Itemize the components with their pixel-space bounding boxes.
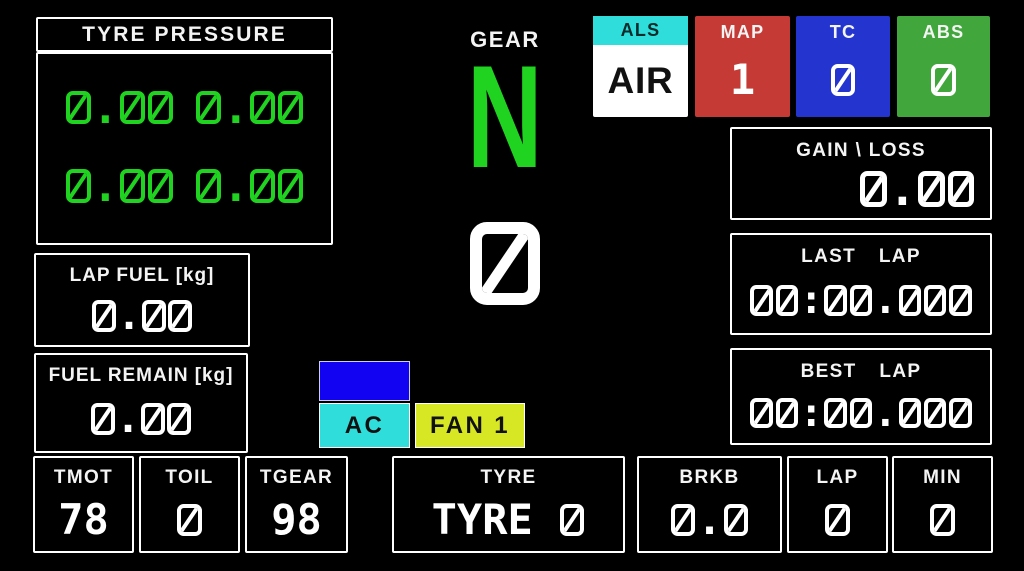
map-label: MAP [721, 22, 765, 43]
lap-count-panel: LAP [787, 456, 888, 553]
gear-secondary-indicator [425, 212, 585, 318]
tyre-pressure-rear-right: . [195, 166, 305, 209]
minutes-value [929, 489, 956, 551]
last-lap-value: :. [749, 268, 973, 333]
toil-panel: TOIL [139, 456, 240, 553]
abs-toggle[interactable]: ABS [897, 16, 990, 117]
fuel-remain-value: . [90, 387, 192, 451]
toil-value [176, 489, 203, 551]
best-lap-value: :. [749, 383, 973, 443]
gear-indicator: N [425, 44, 585, 190]
als-toggle[interactable]: ALS AIR [593, 16, 688, 117]
racing-dashboard: TYRE PRESSURE . . . . GEAR N ALS AIR MAP… [0, 0, 1024, 571]
abs-label: ABS [923, 22, 965, 43]
last-lap-panel: LAST LAP :. [730, 233, 992, 335]
tyre-compound-value: TYRE [432, 489, 586, 551]
best-lap-label: BEST LAP [801, 361, 922, 383]
als-value: AIR [608, 45, 674, 117]
gain-loss-label: GAIN \ LOSS [732, 140, 990, 162]
als-label: ALS [621, 20, 661, 41]
tmot-panel: TMOT 78 [33, 456, 134, 553]
lap-count-label: LAP [817, 467, 859, 489]
lap-fuel-label: LAP FUEL [kg] [70, 265, 215, 287]
brake-bias-value: . [670, 489, 750, 551]
tc-value [829, 43, 856, 117]
tc-label: TC [830, 22, 857, 43]
last-lap-label: LAST LAP [801, 246, 921, 268]
brake-bias-label: BRKB [679, 467, 739, 489]
tyre-compound-label: TYRE [481, 467, 537, 489]
als-header: ALS [593, 16, 688, 45]
tyre-pressure-front-right: . [195, 88, 305, 131]
lap-fuel-panel: LAP FUEL [kg] . [34, 253, 250, 347]
minutes-label: MIN [923, 467, 962, 489]
fuel-remain-panel: FUEL REMAIN [kg] . [34, 353, 248, 453]
toil-label: TOIL [165, 467, 213, 489]
fuel-remain-label: FUEL REMAIN [kg] [49, 365, 234, 387]
abs-value [930, 43, 957, 117]
lap-count-value [824, 489, 851, 551]
fan-toggle[interactable]: FAN 1 [415, 403, 525, 448]
tc-toggle[interactable]: TC [796, 16, 890, 117]
tyre-pressure-title: TYRE PRESSURE [82, 23, 287, 47]
tgear-panel: TGEAR 98 [245, 456, 348, 553]
tgear-label: TGEAR [260, 467, 333, 489]
tmot-value: 78 [58, 489, 109, 551]
tmot-label: TMOT [54, 467, 113, 489]
tyre-pressure-front-left: . [64, 88, 174, 131]
best-lap-panel: BEST LAP :. [730, 348, 992, 445]
lap-fuel-value: . [91, 287, 193, 345]
minutes-panel: MIN [892, 456, 993, 553]
gain-loss-panel: GAIN \ LOSS . [730, 127, 992, 220]
ac-toggle[interactable]: AC [319, 403, 410, 448]
tgear-value: 98 [271, 489, 322, 551]
brake-bias-panel: BRKB . [637, 456, 782, 553]
tyre-pressure-rear-left: . [64, 166, 174, 209]
tyre-pressure-header: TYRE PRESSURE [36, 17, 333, 52]
gain-loss-value: . [732, 166, 990, 212]
blue-status-indicator [319, 361, 410, 401]
map-value: 1 [730, 43, 755, 117]
tyre-compound-panel: TYRE TYRE [392, 456, 625, 553]
map-toggle[interactable]: MAP 1 [695, 16, 790, 117]
tyre-pressure-panel: . . . . [36, 52, 333, 245]
